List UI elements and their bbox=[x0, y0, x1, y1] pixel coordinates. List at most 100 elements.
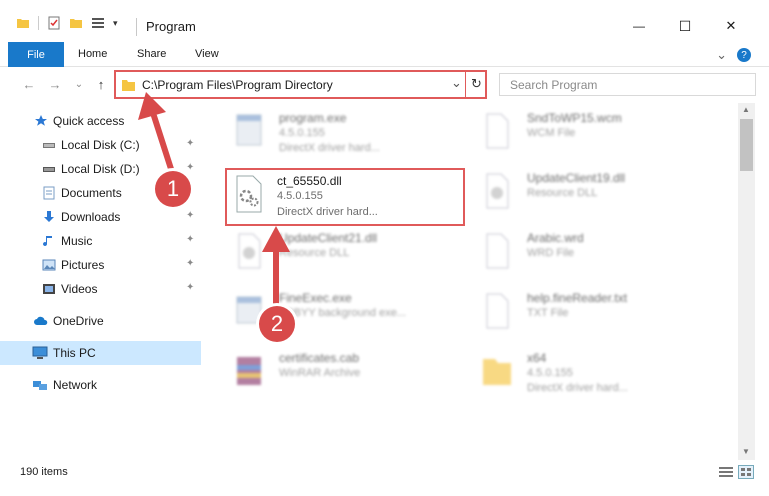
cloud-icon bbox=[34, 316, 48, 325]
file-item[interactable]: UpdateClient19.dll Resource DLL bbox=[475, 167, 715, 225]
new-folder-icon[interactable] bbox=[69, 16, 83, 30]
file-detail: WRD File bbox=[527, 247, 575, 259]
sidebar-item-music[interactable]: Music ✦ bbox=[0, 229, 201, 253]
back-button[interactable]: ← bbox=[20, 75, 38, 93]
step-callout-1: 1 bbox=[155, 171, 191, 207]
tab-home[interactable]: Home bbox=[78, 48, 107, 60]
file-item[interactable]: UpdateClient21.dll Resource DLL bbox=[227, 227, 467, 285]
up-button[interactable]: ↑ bbox=[92, 75, 110, 93]
pin-icon[interactable]: ✦ bbox=[186, 282, 196, 296]
sidebar-item-label: Downloads bbox=[61, 210, 121, 224]
sidebar-item-label: Quick access bbox=[53, 114, 125, 128]
sidebar-item-label: This PC bbox=[53, 346, 96, 360]
pictures-icon bbox=[42, 259, 56, 271]
address-bar[interactable]: C:\Program Files\Program Directory ⌄ ↻ bbox=[114, 70, 487, 99]
archive-file-icon bbox=[237, 357, 261, 385]
file-detail: WCM File bbox=[527, 127, 576, 139]
sidebar-item-network[interactable]: Network bbox=[0, 373, 201, 397]
minimize-button[interactable]: — bbox=[621, 12, 657, 40]
sidebar-item-label: Videos bbox=[61, 282, 98, 296]
sidebar-item-label: Network bbox=[53, 378, 98, 392]
close-button[interactable]: ✕ bbox=[713, 12, 749, 40]
sidebar-item-quick-access[interactable]: Quick access bbox=[0, 109, 201, 133]
tab-share[interactable]: Share bbox=[137, 48, 166, 60]
details-view-icon[interactable] bbox=[718, 465, 734, 479]
customize-icon[interactable] bbox=[91, 16, 105, 30]
large-icons-view-icon[interactable] bbox=[738, 465, 754, 479]
pin-icon[interactable]: ✦ bbox=[186, 138, 196, 152]
file-detail: TXT File bbox=[527, 307, 569, 319]
scroll-thumb[interactable] bbox=[740, 119, 753, 171]
highlighted-file-item[interactable]: ct_65550.dll 4.5.0.155 DirectX driver ha… bbox=[225, 168, 465, 226]
file-version: 4.5.0.155 bbox=[277, 190, 323, 202]
maximize-button[interactable]: ☐ bbox=[667, 12, 703, 40]
file-detail: Resource DLL bbox=[279, 247, 350, 259]
file-item[interactable]: help.fineReader.txt TXT File bbox=[475, 287, 715, 345]
text-file-icon bbox=[486, 293, 509, 329]
scroll-down-icon[interactable]: ▼ bbox=[742, 447, 750, 456]
vertical-scrollbar[interactable]: ▲ ▼ bbox=[738, 103, 755, 460]
generic-file-icon bbox=[486, 233, 509, 269]
sidebar-item-this-pc[interactable]: This PC bbox=[0, 341, 201, 365]
address-dropdown-icon[interactable]: ⌄ bbox=[451, 75, 462, 91]
file-name: FineExec.exe bbox=[279, 291, 352, 305]
separator bbox=[38, 16, 39, 30]
step-callout-2: 2 bbox=[259, 306, 295, 342]
refresh-button[interactable]: ↻ bbox=[471, 76, 482, 92]
sidebar-item-pictures[interactable]: Pictures ✦ bbox=[0, 253, 201, 277]
file-item[interactable]: certificates.cab WinRAR Archive bbox=[227, 347, 467, 405]
minimize-icon: — bbox=[633, 19, 645, 33]
file-item[interactable]: SndToWP15.wcm WCM File bbox=[475, 107, 715, 165]
search-box[interactable]: Search Program bbox=[499, 73, 756, 96]
file-name: Arabic.wrd bbox=[527, 231, 584, 245]
address-path: C:\Program Files\Program Directory bbox=[142, 78, 333, 92]
close-icon: ✕ bbox=[725, 18, 737, 33]
file-detail: WinRAR Archive bbox=[279, 367, 361, 379]
expand-ribbon-icon[interactable]: ⌄ bbox=[716, 47, 727, 63]
music-icon bbox=[43, 236, 52, 247]
file-name: UpdateClient21.dll bbox=[279, 231, 378, 245]
sidebar-item-videos[interactable]: Videos ✦ bbox=[0, 277, 201, 301]
folder-icon bbox=[122, 80, 135, 91]
file-item[interactable]: x64 4.5.0.155 DirectX driver hard... bbox=[475, 347, 715, 405]
pin-icon[interactable]: ✦ bbox=[186, 258, 196, 272]
sidebar-item-onedrive[interactable]: OneDrive bbox=[0, 309, 201, 333]
pin-icon[interactable]: ✦ bbox=[186, 210, 196, 224]
navigation-pane: Quick access Local Disk (C:) ✦ Local Dis… bbox=[0, 103, 205, 460]
customize-dropdown-icon[interactable]: ▾ bbox=[113, 18, 118, 29]
file-name: program.exe bbox=[279, 111, 347, 125]
ribbon-controls: ⌄ ? bbox=[716, 47, 751, 63]
file-description: DirectX driver hard... bbox=[277, 206, 378, 218]
network-icon bbox=[33, 381, 47, 390]
dll-file-icon bbox=[238, 233, 261, 269]
drive-icon bbox=[43, 143, 55, 148]
sidebar-item-local-disk-c[interactable]: Local Disk (C:) ✦ bbox=[0, 133, 201, 157]
file-detail: Resource DLL bbox=[527, 187, 598, 199]
file-item[interactable]: program.exe 4.5.0.155 DirectX driver har… bbox=[227, 107, 467, 165]
file-item[interactable]: Arabic.wrd WRD File bbox=[475, 227, 715, 285]
title-bar: ▾ Program — ☐ ✕ bbox=[0, 0, 769, 42]
scroll-up-icon[interactable]: ▲ bbox=[742, 105, 750, 114]
computer-icon bbox=[32, 346, 48, 359]
help-icon[interactable]: ? bbox=[737, 48, 751, 62]
folder-icon[interactable] bbox=[16, 16, 30, 30]
recent-locations-button[interactable]: ⌄ bbox=[70, 75, 88, 93]
forward-button[interactable]: → bbox=[46, 75, 64, 93]
folder-icon bbox=[483, 359, 511, 385]
ribbon: File Home Share View ⌄ ? bbox=[0, 42, 769, 67]
search-input[interactable]: Search Program bbox=[510, 78, 597, 92]
file-name: SndToWP15.wcm bbox=[527, 111, 622, 125]
pin-icon[interactable]: ✦ bbox=[186, 234, 196, 248]
sidebar-item-label: Music bbox=[61, 234, 93, 248]
sidebar-item-downloads[interactable]: Downloads ✦ bbox=[0, 205, 201, 229]
navigation-bar: ← → ⌄ ↑ C:\Program Files\Program Directo… bbox=[0, 67, 769, 103]
window-title: Program bbox=[146, 19, 196, 34]
properties-icon[interactable] bbox=[47, 16, 61, 30]
tab-view[interactable]: View bbox=[195, 48, 219, 60]
item-count: 190 items bbox=[20, 466, 68, 478]
file-detail: DirectX driver hard... bbox=[279, 142, 380, 154]
address-divider bbox=[465, 72, 466, 97]
tab-file[interactable]: File bbox=[8, 42, 64, 67]
pin-icon[interactable]: ✦ bbox=[186, 162, 196, 176]
file-detail: ABBYY background exe... bbox=[279, 307, 406, 319]
